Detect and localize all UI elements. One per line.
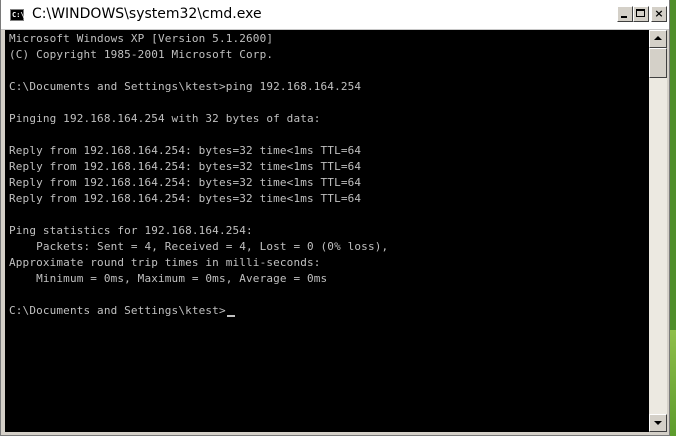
vertical-scrollbar[interactable] (649, 30, 667, 432)
maximize-button[interactable] (633, 6, 649, 22)
close-icon: × (654, 7, 664, 20)
minimize-button[interactable] (617, 6, 633, 22)
scroll-thumb[interactable] (649, 48, 667, 78)
scroll-up-button[interactable] (649, 30, 667, 48)
console-line: Approximate round trip times in milli-se… (9, 256, 321, 269)
maximize-icon (636, 9, 645, 17)
scroll-down-button[interactable] (649, 414, 667, 432)
prompt-line[interactable]: C:\Documents and Settings\ktest> (9, 303, 235, 319)
close-button[interactable]: × (651, 6, 667, 22)
console-line: Pinging 192.168.164.254 with 32 bytes of… (9, 112, 321, 125)
minimize-icon (621, 16, 627, 18)
arrow-up-icon (654, 36, 662, 40)
console-icon[interactable]: C:\ (10, 9, 25, 21)
console-line: (C) Copyright 1985-2001 Microsoft Corp. (9, 48, 274, 61)
prompt-text: C:\Documents and Settings\ktest> (9, 304, 226, 317)
console-line: Reply from 192.168.164.254: bytes=32 tim… (9, 160, 362, 173)
console-line: Reply from 192.168.164.254: bytes=32 tim… (9, 192, 362, 205)
console-line: Microsoft Windows XP [Version 5.1.2600] (9, 32, 274, 45)
console-line: Reply from 192.168.164.254: bytes=32 tim… (9, 176, 362, 189)
console-line: Minimum = 0ms, Maximum = 0ms, Average = … (9, 272, 328, 285)
console-line: Packets: Sent = 4, Received = 4, Lost = … (9, 240, 389, 253)
console-line: C:\Documents and Settings\ktest>ping 192… (9, 80, 362, 93)
console-line: Ping statistics for 192.168.164.254: (9, 224, 253, 237)
arrow-down-icon (654, 421, 662, 425)
cmd-window[interactable]: C:\ C:\WINDOWS\system32\cmd.exe × Micros… (0, 0, 670, 436)
console-line: Reply from 192.168.164.254: bytes=32 tim… (9, 144, 362, 157)
console-output[interactable]: Microsoft Windows XP [Version 5.1.2600] … (5, 30, 649, 432)
text-cursor (226, 315, 235, 317)
window-title: C:\WINDOWS\system32\cmd.exe (32, 6, 262, 22)
title-bar[interactable]: C:\ C:\WINDOWS\system32\cmd.exe × (1, 0, 669, 30)
